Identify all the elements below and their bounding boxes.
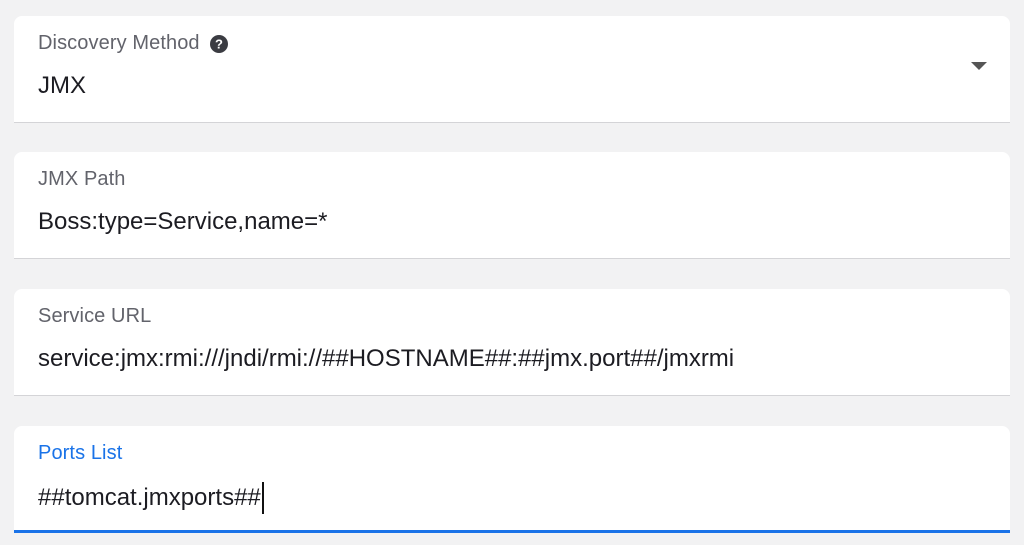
service-url-label: Service URL bbox=[38, 305, 152, 327]
discovery-method-label-text: Discovery Method bbox=[38, 32, 200, 54]
text-cursor bbox=[261, 482, 264, 514]
ports-list-field[interactable]: Ports List ##tomcat.jmxports## bbox=[14, 426, 1010, 533]
discovery-method-select[interactable]: Discovery Method ? JMX bbox=[14, 16, 1010, 123]
jmx-path-value: Boss:type=Service,name=* bbox=[38, 208, 328, 235]
ports-list-value-container: ##tomcat.jmxports## bbox=[38, 482, 264, 514]
jmx-path-field[interactable]: JMX Path Boss:type=Service,name=* bbox=[14, 152, 1010, 259]
svg-text:?: ? bbox=[215, 36, 223, 51]
caret-down-icon[interactable] bbox=[971, 62, 987, 70]
jmx-path-label: JMX Path bbox=[38, 168, 126, 190]
ports-list-label: Ports List bbox=[38, 442, 123, 464]
question-circle-icon[interactable]: ? bbox=[209, 34, 229, 54]
discovery-method-label: Discovery Method ? bbox=[38, 32, 229, 55]
ports-list-value: ##tomcat.jmxports## bbox=[38, 484, 261, 511]
service-url-value: service:jmx:rmi:///jndi/rmi://##HOSTNAME… bbox=[38, 345, 735, 372]
service-url-field[interactable]: Service URL service:jmx:rmi:///jndi/rmi:… bbox=[14, 289, 1010, 396]
discovery-method-value: JMX bbox=[38, 72, 86, 99]
